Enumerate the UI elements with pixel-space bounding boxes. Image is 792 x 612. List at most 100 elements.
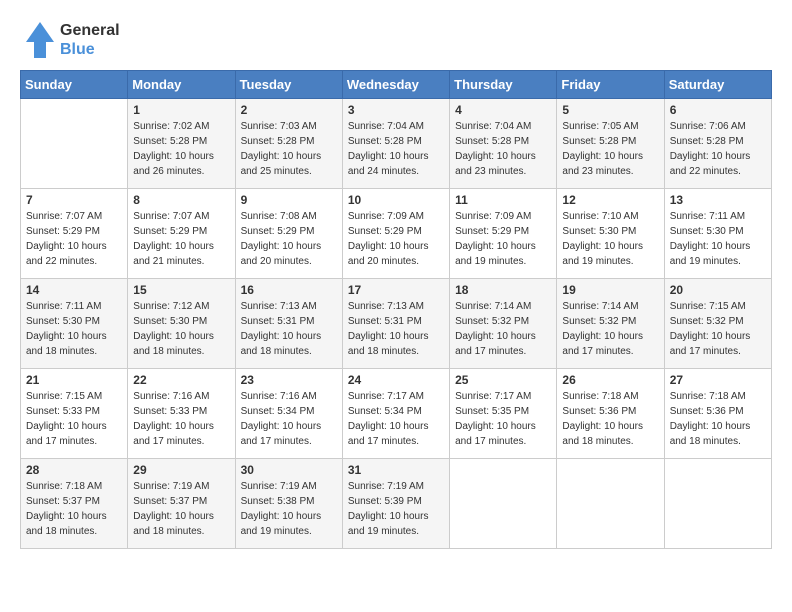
day-number: 13	[670, 193, 766, 207]
logo-text: General Blue	[60, 21, 120, 59]
day-number: 17	[348, 283, 444, 297]
day-number: 25	[455, 373, 551, 387]
calendar-cell	[450, 459, 557, 549]
day-info: Sunrise: 7:13 AM Sunset: 5:31 PM Dayligh…	[348, 299, 444, 359]
day-number: 15	[133, 283, 229, 297]
day-info: Sunrise: 7:04 AM Sunset: 5:28 PM Dayligh…	[455, 119, 551, 179]
calendar-cell	[21, 99, 128, 189]
calendar-week-row: 1 Sunrise: 7:02 AM Sunset: 5:28 PM Daylig…	[21, 99, 772, 189]
calendar-cell: 23Sunrise: 7:16 AM Sunset: 5:34 PM Dayli…	[235, 369, 342, 459]
calendar-cell: 26 Sunrise: 7:18 AM Sunset: 5:36 PM Dayli…	[557, 369, 664, 459]
calendar-cell: 19Sunrise: 7:14 AM Sunset: 5:32 PM Dayli…	[557, 279, 664, 369]
calendar-cell: 24 Sunrise: 7:17 AM Sunset: 5:34 PM Dayli…	[342, 369, 449, 459]
day-info: Sunrise: 7:11 AM Sunset: 5:30 PM Dayligh…	[670, 209, 766, 269]
weekday-header: Thursday	[450, 71, 557, 99]
day-info: Sunrise: 7:04 AM Sunset: 5:28 PM Dayligh…	[348, 119, 444, 179]
calendar-cell: 15 Sunrise: 7:12 AM Sunset: 5:30 PM Dayli…	[128, 279, 235, 369]
day-number: 20	[670, 283, 766, 297]
logo-bird-icon	[20, 20, 54, 60]
day-info: Sunrise: 7:03 AM Sunset: 5:28 PM Dayligh…	[241, 119, 337, 179]
day-number: 16	[241, 283, 337, 297]
day-info: Sunrise: 7:07 AM Sunset: 5:29 PM Dayligh…	[133, 209, 229, 269]
day-info: Sunrise: 7:15 AM Sunset: 5:32 PM Dayligh…	[670, 299, 766, 359]
calendar-week-row: 7 Sunrise: 7:07 AM Sunset: 5:29 PM Daylig…	[21, 189, 772, 279]
day-info: Sunrise: 7:09 AM Sunset: 5:29 PM Dayligh…	[348, 209, 444, 269]
day-info: Sunrise: 7:18 AM Sunset: 5:36 PM Dayligh…	[562, 389, 658, 449]
day-info: Sunrise: 7:15 AM Sunset: 5:33 PM Dayligh…	[26, 389, 122, 449]
day-info: Sunrise: 7:17 AM Sunset: 5:34 PM Dayligh…	[348, 389, 444, 449]
day-info: Sunrise: 7:12 AM Sunset: 5:30 PM Dayligh…	[133, 299, 229, 359]
logo-general: General	[60, 21, 120, 40]
day-info: Sunrise: 7:06 AM Sunset: 5:28 PM Dayligh…	[670, 119, 766, 179]
calendar-week-row: 21 Sunrise: 7:15 AM Sunset: 5:33 PM Dayli…	[21, 369, 772, 459]
day-number: 30	[241, 463, 337, 477]
day-number: 1	[133, 103, 229, 117]
day-info: Sunrise: 7:14 AM Sunset: 5:32 PM Dayligh…	[455, 299, 551, 359]
calendar-body: 1 Sunrise: 7:02 AM Sunset: 5:28 PM Daylig…	[21, 99, 772, 549]
calendar-cell: 18 Sunrise: 7:14 AM Sunset: 5:32 PM Dayli…	[450, 279, 557, 369]
calendar-cell: 2 Sunrise: 7:03 AM Sunset: 5:28 PM Daylig…	[235, 99, 342, 189]
calendar-cell: 16 Sunrise: 7:13 AM Sunset: 5:31 PM Dayli…	[235, 279, 342, 369]
calendar-table: SundayMondayTuesdayWednesdayThursdayFrid…	[20, 70, 772, 549]
day-info: Sunrise: 7:14 AM Sunset: 5:32 PM Dayligh…	[562, 299, 658, 359]
calendar-cell: 11Sunrise: 7:09 AM Sunset: 5:29 PM Dayli…	[450, 189, 557, 279]
calendar-cell: 9Sunrise: 7:08 AM Sunset: 5:29 PM Daylig…	[235, 189, 342, 279]
day-info: Sunrise: 7:13 AM Sunset: 5:31 PM Dayligh…	[241, 299, 337, 359]
day-number: 26	[562, 373, 658, 387]
calendar-cell: 17 Sunrise: 7:13 AM Sunset: 5:31 PM Dayli…	[342, 279, 449, 369]
day-number: 28	[26, 463, 122, 477]
day-info: Sunrise: 7:10 AM Sunset: 5:30 PM Dayligh…	[562, 209, 658, 269]
day-info: Sunrise: 7:05 AM Sunset: 5:28 PM Dayligh…	[562, 119, 658, 179]
day-number: 7	[26, 193, 122, 207]
day-info: Sunrise: 7:11 AM Sunset: 5:30 PM Dayligh…	[26, 299, 122, 359]
weekday-header: Monday	[128, 71, 235, 99]
calendar-week-row: 28 Sunrise: 7:18 AM Sunset: 5:37 PM Dayli…	[21, 459, 772, 549]
day-number: 12	[562, 193, 658, 207]
logo: General Blue	[20, 20, 120, 60]
day-number: 27	[670, 373, 766, 387]
calendar-cell: 30 Sunrise: 7:19 AM Sunset: 5:38 PM Dayli…	[235, 459, 342, 549]
calendar-cell: 12 Sunrise: 7:10 AM Sunset: 5:30 PM Dayli…	[557, 189, 664, 279]
calendar-cell: 8 Sunrise: 7:07 AM Sunset: 5:29 PM Daylig…	[128, 189, 235, 279]
weekday-header: Tuesday	[235, 71, 342, 99]
day-info: Sunrise: 7:02 AM Sunset: 5:28 PM Dayligh…	[133, 119, 229, 179]
calendar-cell: 6 Sunrise: 7:06 AM Sunset: 5:28 PM Daylig…	[664, 99, 771, 189]
day-number: 18	[455, 283, 551, 297]
calendar-cell: 21 Sunrise: 7:15 AM Sunset: 5:33 PM Dayli…	[21, 369, 128, 459]
calendar-header-row: SundayMondayTuesdayWednesdayThursdayFrid…	[21, 71, 772, 99]
day-number: 29	[133, 463, 229, 477]
calendar-cell: 25 Sunrise: 7:17 AM Sunset: 5:35 PM Dayli…	[450, 369, 557, 459]
calendar-cell: 4 Sunrise: 7:04 AM Sunset: 5:28 PM Daylig…	[450, 99, 557, 189]
calendar-cell: 13 Sunrise: 7:11 AM Sunset: 5:30 PM Dayli…	[664, 189, 771, 279]
day-info: Sunrise: 7:19 AM Sunset: 5:38 PM Dayligh…	[241, 479, 337, 539]
calendar-cell	[664, 459, 771, 549]
calendar-cell: 5 Sunrise: 7:05 AM Sunset: 5:28 PM Daylig…	[557, 99, 664, 189]
day-number: 5	[562, 103, 658, 117]
calendar-cell: 20 Sunrise: 7:15 AM Sunset: 5:32 PM Dayli…	[664, 279, 771, 369]
day-number: 6	[670, 103, 766, 117]
calendar-cell: 3 Sunrise: 7:04 AM Sunset: 5:28 PM Daylig…	[342, 99, 449, 189]
day-number: 8	[133, 193, 229, 207]
day-number: 24	[348, 373, 444, 387]
day-info: Sunrise: 7:08 AM Sunset: 5:29 PM Dayligh…	[241, 209, 337, 269]
day-number: 4	[455, 103, 551, 117]
calendar-cell: 10Sunrise: 7:09 AM Sunset: 5:29 PM Dayli…	[342, 189, 449, 279]
weekday-header: Sunday	[21, 71, 128, 99]
day-info: Sunrise: 7:18 AM Sunset: 5:37 PM Dayligh…	[26, 479, 122, 539]
day-number: 22	[133, 373, 229, 387]
day-number: 21	[26, 373, 122, 387]
weekday-header: Saturday	[664, 71, 771, 99]
day-info: Sunrise: 7:19 AM Sunset: 5:37 PM Dayligh…	[133, 479, 229, 539]
day-info: Sunrise: 7:17 AM Sunset: 5:35 PM Dayligh…	[455, 389, 551, 449]
calendar-cell: 27Sunrise: 7:18 AM Sunset: 5:36 PM Dayli…	[664, 369, 771, 459]
day-info: Sunrise: 7:07 AM Sunset: 5:29 PM Dayligh…	[26, 209, 122, 269]
day-number: 3	[348, 103, 444, 117]
logo-container: General Blue	[20, 20, 120, 60]
day-number: 2	[241, 103, 337, 117]
calendar-cell: 7 Sunrise: 7:07 AM Sunset: 5:29 PM Daylig…	[21, 189, 128, 279]
calendar-cell: 31Sunrise: 7:19 AM Sunset: 5:39 PM Dayli…	[342, 459, 449, 549]
calendar-week-row: 14 Sunrise: 7:11 AM Sunset: 5:30 PM Dayli…	[21, 279, 772, 369]
day-number: 23	[241, 373, 337, 387]
calendar-cell: 22Sunrise: 7:16 AM Sunset: 5:33 PM Dayli…	[128, 369, 235, 459]
day-number: 14	[26, 283, 122, 297]
